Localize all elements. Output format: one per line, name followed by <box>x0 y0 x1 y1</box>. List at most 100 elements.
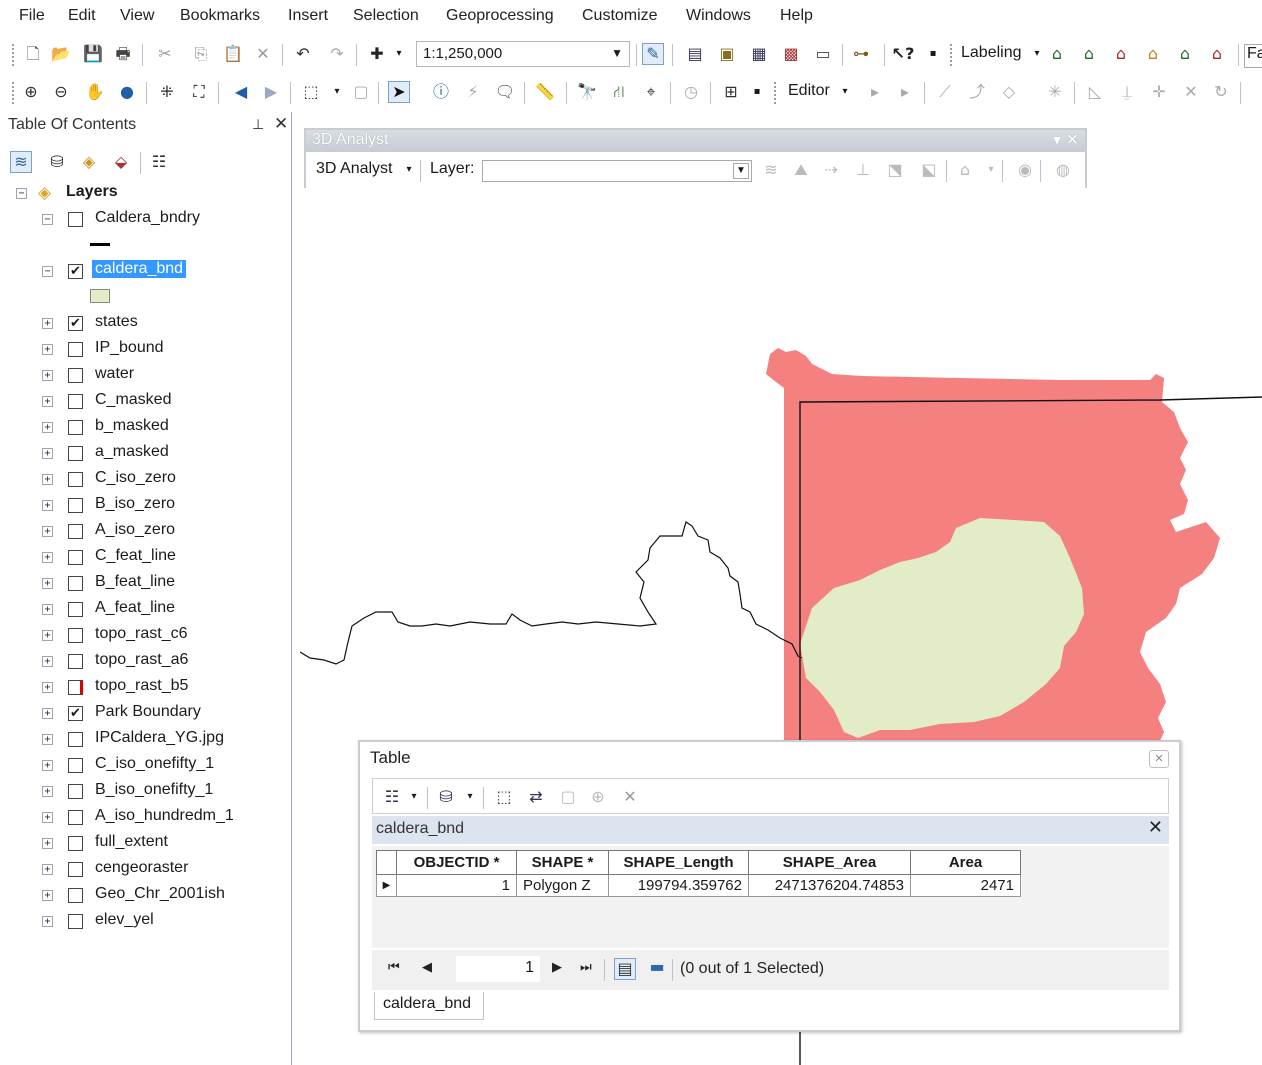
pan-icon[interactable]: ✋ <box>84 81 106 103</box>
steepest-path-icon[interactable]: ⛰ <box>790 159 812 181</box>
select-by-attributes-icon[interactable]: ⬚ <box>493 786 515 808</box>
expand-icon[interactable]: + <box>42 838 53 849</box>
chevron-down-icon[interactable]: ▼ <box>611 46 623 60</box>
toc-layer-b-masked[interactable]: + b_masked <box>0 416 290 440</box>
layer-name[interactable]: topo_rast_a6 <box>95 651 188 669</box>
layer-visibility-checkbox[interactable] <box>68 654 83 669</box>
view-unplaced-icon[interactable]: ⌂ <box>1206 43 1228 65</box>
toc-layer-topo-rast-c6[interactable]: + topo_rast_c6 <box>0 624 290 648</box>
close-icon[interactable]: ✕ <box>1149 750 1169 768</box>
toc-layer-c-iso-onefifty-1[interactable]: + C_iso_onefifty_1 <box>0 754 290 778</box>
layer-name[interactable]: A_feat_line <box>95 599 175 617</box>
layer-visibility-checkbox[interactable] <box>68 472 83 487</box>
python-icon[interactable]: ▭ <box>812 43 834 65</box>
modelbuilder-icon[interactable]: ⊶ <box>850 43 872 65</box>
toc-layer-water[interactable]: + water <box>0 364 290 388</box>
layer-name[interactable]: C_iso_zero <box>95 469 176 487</box>
layer-visibility-checkbox[interactable] <box>68 888 83 903</box>
clear-selection-icon[interactable]: ▢ <box>350 81 372 103</box>
fixed-zoom-out-icon[interactable]: ⛶ <box>188 81 210 103</box>
row-selector-arrow-icon[interactable]: ▶ <box>376 874 397 897</box>
reshape-icon[interactable]: ⍊ <box>1116 81 1138 103</box>
table-options-icon[interactable]: ☷ <box>381 786 403 808</box>
menu-customize[interactable]: Customize <box>582 7 658 25</box>
toc-layer-a-masked[interactable]: + a_masked <box>0 442 290 466</box>
toc-layer-c-feat-line[interactable]: + C_feat_line <box>0 546 290 570</box>
switch-selection-icon[interactable]: ⇄ <box>525 786 547 808</box>
expand-icon[interactable]: + <box>42 682 53 693</box>
toolbar-grip[interactable] <box>12 82 15 104</box>
expand-icon[interactable]: + <box>42 656 53 667</box>
select-elements-icon[interactable]: ➤ <box>388 81 410 103</box>
layer-visibility-checkbox[interactable] <box>68 394 83 409</box>
create-viewer-icon[interactable]: ⊞ <box>720 81 742 103</box>
chevron-down-icon[interactable]: ▾ <box>388 43 410 65</box>
column-header-area[interactable]: Area <box>910 850 1021 875</box>
scale-combobox[interactable]: 1:1,250,000 ▼ <box>416 41 630 67</box>
layer-visibility-checkbox[interactable] <box>68 862 83 877</box>
layer-name[interactable]: C_masked <box>95 391 171 409</box>
layer-visibility-checkbox[interactable] <box>68 784 83 799</box>
layer-name[interactable]: B_iso_zero <box>95 495 175 513</box>
menu-help[interactable]: Help <box>780 7 813 25</box>
clear-selection-icon[interactable]: ▢ <box>557 786 579 808</box>
expand-icon[interactable]: + <box>42 604 53 615</box>
measure-icon[interactable]: 📏 <box>534 81 556 103</box>
column-header-objectid[interactable]: OBJECTID * <box>396 850 517 875</box>
layer-visibility-checkbox[interactable] <box>68 524 83 539</box>
toolbar-grip[interactable] <box>12 44 15 66</box>
toc-layer-topo-rast-b5[interactable]: + topo_rast_b5 <box>0 676 290 700</box>
expand-icon[interactable]: + <box>42 370 53 381</box>
layer-name[interactable]: B_feat_line <box>95 573 175 591</box>
3d-analyst-menu[interactable]: 3D Analyst <box>316 160 392 178</box>
toolbar-grip[interactable] <box>774 82 777 104</box>
toc-layer-ipcaldera-yg-jpg[interactable]: + IPCaldera_YG.jpg <box>0 728 290 752</box>
toc-layer-b-iso-onefifty-1[interactable]: + B_iso_onefifty_1 <box>0 780 290 804</box>
copy-icon[interactable]: ⎘ <box>190 43 212 65</box>
toc-layer-caldera-bndry[interactable]: − Caldera_bndry <box>0 208 290 232</box>
layer-visibility-checkbox[interactable] <box>68 810 83 825</box>
toc-layer-cengeoraster[interactable]: + cengeoraster <box>0 858 290 882</box>
rotate-icon[interactable]: ↻ <box>1210 81 1232 103</box>
layer-visibility-checkbox[interactable] <box>68 342 83 357</box>
layer-name[interactable]: IP_bound <box>95 339 164 357</box>
show-all-records-icon[interactable]: ▤ <box>614 958 636 980</box>
menu-geoprocessing[interactable]: Geoprocessing <box>446 7 554 25</box>
layer-name[interactable]: cengeoraster <box>95 859 188 877</box>
menu-edit[interactable]: Edit <box>68 7 96 25</box>
collapse-icon[interactable]: − <box>16 188 27 199</box>
list-by-source-icon[interactable]: ⛁ <box>46 151 68 173</box>
layer-name[interactable]: A_iso_hundredm_1 <box>95 807 234 825</box>
expand-icon[interactable]: + <box>42 500 53 511</box>
layer-name[interactable]: A_iso_zero <box>95 521 175 539</box>
new-icon[interactable]: 🗋 <box>22 43 44 65</box>
cell-area[interactable]: 2471 <box>910 874 1021 897</box>
expand-icon[interactable]: + <box>42 318 53 329</box>
layer-visibility-checkbox[interactable] <box>68 680 83 695</box>
profile-graph-icon[interactable]: ⌂ <box>954 159 976 181</box>
toc-layer-elev-yel[interactable]: + elev_yel <box>0 910 290 934</box>
pause-labeling-icon[interactable]: ⌂ <box>1174 43 1196 65</box>
expand-icon[interactable]: + <box>42 396 53 407</box>
layer-visibility-checkbox[interactable] <box>68 758 83 773</box>
point-icon[interactable]: ✳ <box>1044 81 1066 103</box>
toc-layer-caldera-bnd[interactable]: − ✔ caldera_bnd <box>0 260 290 284</box>
zoom-out-icon[interactable]: ⊖ <box>50 81 72 103</box>
edit-tool-icon[interactable]: ▸ <box>864 81 886 103</box>
layer-visibility-checkbox[interactable] <box>68 420 83 435</box>
labeling-menu[interactable]: Labeling <box>961 44 1022 62</box>
layer-name[interactable]: water <box>95 365 134 383</box>
column-header-shape-length[interactable]: SHAPE_Length <box>608 850 749 875</box>
expand-icon[interactable]: + <box>42 708 53 719</box>
list-by-visibility-icon[interactable]: ◈ <box>78 151 100 173</box>
layer-name[interactable]: IPCaldera_YG.jpg <box>95 729 224 747</box>
expand-icon[interactable]: + <box>42 448 53 459</box>
expand-icon[interactable]: + <box>42 552 53 563</box>
last-record-icon[interactable]: ⏭ <box>580 960 592 975</box>
layer-visibility-checkbox[interactable] <box>68 446 83 461</box>
fixed-zoom-in-icon[interactable]: ⁜ <box>156 81 178 103</box>
layer-combobox[interactable]: ▼ <box>482 160 752 182</box>
print-icon[interactable]: 🖶 <box>112 43 134 65</box>
editor-menu[interactable]: Editor <box>788 82 830 100</box>
toc-layer-ip-bound[interactable]: + IP_bound <box>0 338 290 362</box>
